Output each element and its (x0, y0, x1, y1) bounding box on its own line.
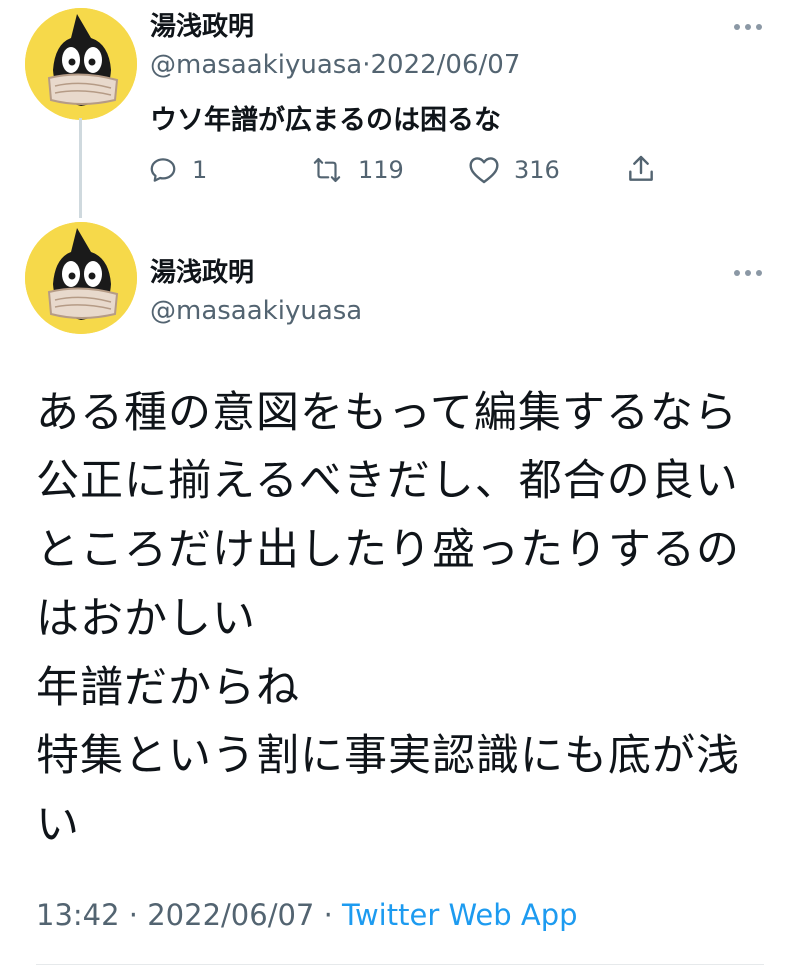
share-icon (629, 155, 653, 181)
separator: · (362, 50, 371, 80)
avatar-illustration (25, 8, 137, 120)
handle[interactable]: @masaakiyuasa (150, 296, 362, 326)
tweet-text: ウソ年譜が広まるのは困るな (150, 105, 501, 136)
share-button[interactable] (625, 153, 657, 185)
display-name[interactable]: 湯浅政明 (150, 252, 254, 289)
like-count: 316 (514, 156, 560, 184)
tweet-body-line: はおかしい (36, 594, 256, 644)
retweet-icon (313, 157, 341, 183)
separator: · (128, 898, 139, 932)
like-icon (469, 157, 499, 184)
divider (36, 964, 764, 965)
reply-count: 1 (192, 156, 208, 184)
tweet-body-line: 特集という割に事実認識にも底が浅 (36, 731, 740, 781)
retweet-count: 119 (358, 156, 404, 184)
more-icon[interactable] (734, 270, 762, 276)
separator: · (323, 898, 333, 932)
retweet-button[interactable]: 119 (310, 155, 404, 185)
like-button[interactable]: 316 (468, 155, 560, 185)
tweet-meta: @masaakiyuasa·2022/06/07 (150, 50, 520, 80)
reply-button[interactable]: 1 (148, 155, 207, 185)
avatar-illustration (25, 222, 137, 334)
tweet-time[interactable]: 13:42 (36, 898, 120, 932)
tweet-date[interactable]: 2022/06/07 (147, 898, 314, 932)
handle[interactable]: @masaakiyuasa (150, 50, 362, 80)
tweet-body-line: ある種の意図をもって編集するなら (36, 388, 738, 438)
avatar[interactable] (25, 222, 137, 334)
tweet-body-line: 年譜だからね (36, 663, 300, 713)
source-link[interactable]: Twitter Web App (342, 898, 578, 932)
avatar[interactable] (25, 8, 137, 120)
tweet-footer: 13:42 · 2022/06/07 · Twitter Web App (36, 898, 578, 932)
reply-icon (150, 158, 176, 182)
tweet-body-line: ところだけ出したり盛ったりするの (36, 525, 740, 575)
display-name[interactable]: 湯浅政明 (150, 6, 254, 43)
more-icon[interactable] (734, 24, 762, 30)
thread-line (79, 118, 82, 218)
tweet-date[interactable]: 2022/06/07 (371, 50, 521, 80)
tweet-body-line: 公正に揃えるべきだし、都合の良い (36, 456, 739, 506)
tweet-body-line: い (36, 800, 80, 850)
